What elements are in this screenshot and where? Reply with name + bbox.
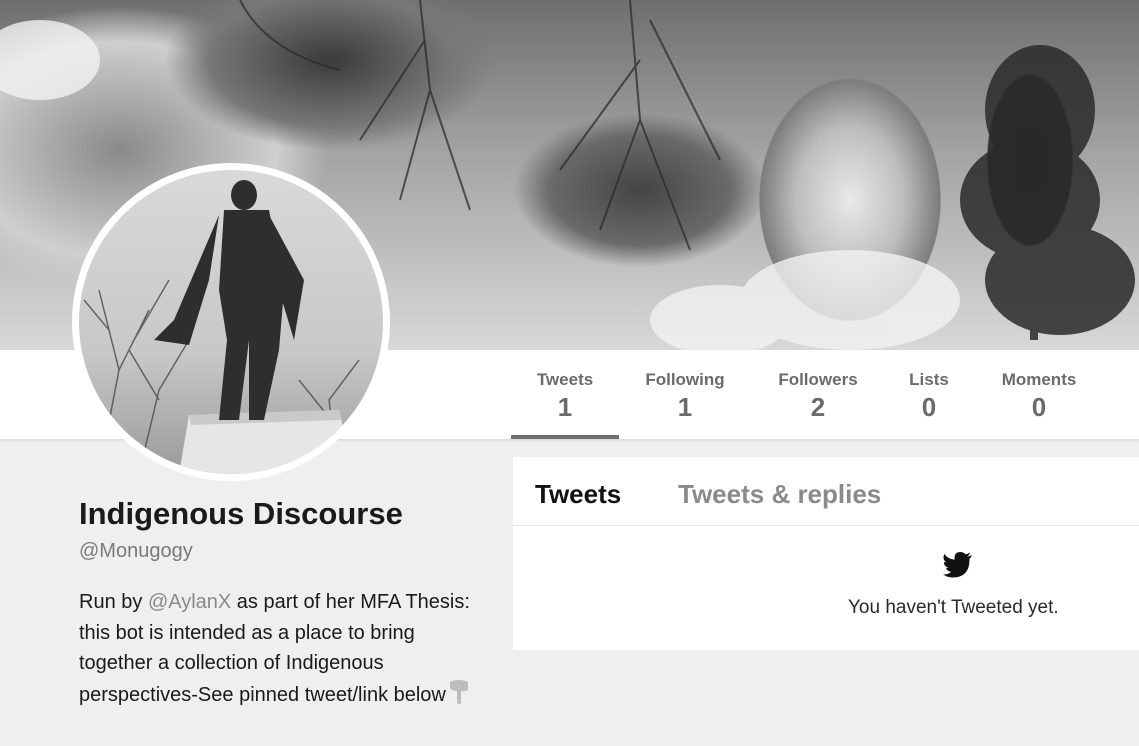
stat-label: Moments bbox=[1001, 370, 1077, 389]
stat-moments[interactable]: Moments 0 bbox=[990, 350, 1088, 439]
pointing-down-hand-icon bbox=[448, 679, 470, 715]
profile-avatar[interactable] bbox=[72, 163, 390, 481]
stat-count: 1 bbox=[557, 392, 573, 422]
profile-bio: Run by @AylanX as part of her MFA Thesis… bbox=[79, 587, 479, 714]
stat-count: 0 bbox=[1031, 392, 1047, 422]
stat-count: 0 bbox=[921, 392, 937, 422]
bio-mention-link[interactable]: @AylanX bbox=[148, 591, 231, 613]
stat-label: Tweets bbox=[536, 370, 594, 389]
stat-label: Following bbox=[645, 370, 725, 389]
stat-tweets[interactable]: Tweets 1 bbox=[511, 350, 619, 439]
stat-following[interactable]: Following 1 bbox=[635, 350, 735, 439]
stat-count: 1 bbox=[677, 392, 693, 422]
stat-count: 2 bbox=[810, 392, 826, 422]
tab-tweets-replies[interactable]: Tweets & replies bbox=[678, 479, 881, 510]
avatar-image bbox=[79, 170, 383, 474]
stat-label: Lists bbox=[909, 370, 949, 389]
empty-timeline-message: You haven't Tweeted yet. bbox=[848, 597, 1059, 618]
stat-followers[interactable]: Followers 2 bbox=[768, 350, 868, 439]
stat-lists[interactable]: Lists 0 bbox=[899, 350, 959, 439]
bio-text: Run by bbox=[79, 591, 148, 613]
profile-name: Indigenous Discourse bbox=[79, 496, 403, 531]
timeline-panel: Tweets Tweets & replies You haven't Twee… bbox=[513, 457, 1139, 650]
tab-tweets[interactable]: Tweets bbox=[535, 479, 621, 510]
stat-label: Followers bbox=[778, 370, 858, 389]
timeline-tabs: Tweets Tweets & replies bbox=[513, 457, 1139, 526]
profile-handle[interactable]: @Monugogy bbox=[79, 540, 193, 563]
twitter-bird-icon bbox=[943, 552, 973, 583]
